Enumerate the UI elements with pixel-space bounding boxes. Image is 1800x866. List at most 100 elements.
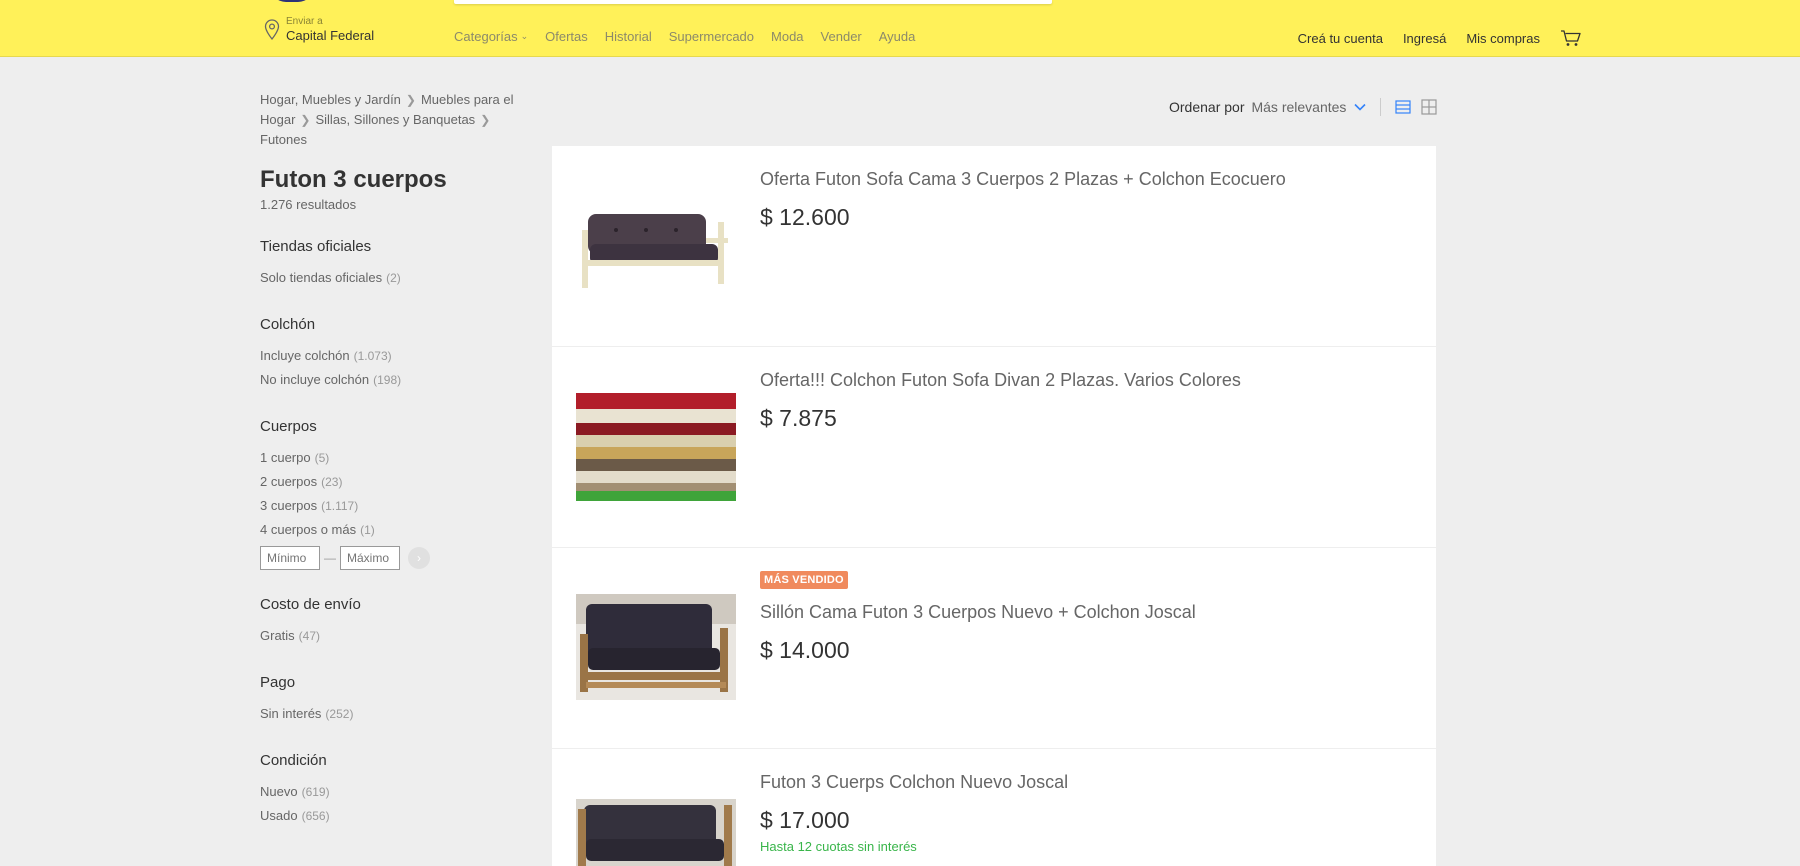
filter-official-stores: Tiendas oficiales Solo tiendas oficiales… (260, 238, 520, 290)
item-title[interactable]: Sillón Cama Futon 3 Cuerpos Nuevo + Colc… (760, 601, 1196, 623)
item-title[interactable]: Futon 3 Cuerps Colchon Nuevo Joscal (760, 771, 1068, 793)
filter-option[interactable]: Nuevo (619) (260, 780, 520, 804)
filter-option[interactable]: 2 cuerpos (23) (260, 470, 520, 494)
site-logo[interactable] (270, 0, 314, 2)
filter-option-count: (47) (298, 629, 321, 643)
breadcrumb-item[interactable]: Sillas, Sillones y Banquetas (315, 112, 475, 127)
my-purchases-link[interactable]: Mis compras (1466, 31, 1540, 46)
item-title[interactable]: Oferta!!! Colchon Futon Sofa Divan 2 Pla… (760, 369, 1241, 391)
search-input[interactable] (454, 0, 1052, 4)
results-count: 1.276 resultados (260, 197, 357, 212)
item-info: Oferta!!! Colchon Futon Sofa Divan 2 Pla… (760, 369, 1241, 431)
breadcrumb: Hogar, Muebles y Jardín ❯ Muebles para el … (260, 90, 540, 150)
chevron-right-icon: ❯ (480, 113, 491, 127)
sort-label: Ordenar por (1169, 99, 1245, 115)
top-header: Enviar a Capital Federal Categorías ⌄ Ofe… (0, 0, 1800, 57)
chevron-down-icon[interactable] (1354, 103, 1366, 111)
cart-icon[interactable] (1560, 29, 1582, 47)
item-info: Oferta Futon Sofa Cama 3 Cuerpos 2 Plaza… (760, 168, 1286, 230)
range-apply-button[interactable]: › (408, 547, 430, 569)
range-max-input[interactable] (340, 546, 400, 570)
breadcrumb-item[interactable]: Futones (260, 132, 307, 147)
list-item[interactable]: Oferta!!! Colchon Futon Sofa Divan 2 Pla… (552, 347, 1436, 548)
filter-option[interactable]: Gratis (47) (260, 624, 520, 648)
item-price: $ 14.000 (760, 637, 850, 663)
nav-categories[interactable]: Categorías ⌄ (454, 29, 528, 44)
filter-title: Pago (260, 674, 296, 691)
filter-option-label: 4 cuerpos o más (260, 522, 357, 537)
location-pin-icon (264, 19, 280, 41)
list-item[interactable]: Futon 3 Cuerps Colchon Nuevo Joscal $ 17… (552, 749, 1436, 866)
nav-offers[interactable]: Ofertas (545, 29, 588, 44)
sort-dropdown[interactable]: Más relevantes (1251, 99, 1346, 115)
filter-option-label: Nuevo (260, 784, 298, 799)
user-nav: Creá tu cuenta Ingresá Mis compras (1278, 29, 1582, 47)
nav-fashion[interactable]: Moda (771, 29, 804, 44)
page-title: Futon 3 cuerpos (260, 166, 447, 193)
filter-option-count: (1.117) (321, 499, 359, 513)
main-nav: Categorías ⌄ Ofertas Historial Supermerca… (454, 29, 932, 44)
nav-categories-label: Categorías (454, 29, 518, 44)
item-price: $ 7.875 (760, 405, 837, 431)
breadcrumb-item[interactable]: Hogar, Muebles y Jardín (260, 92, 401, 107)
filter-option[interactable]: No incluye colchón (198) (260, 368, 520, 392)
results-list: Oferta Futon Sofa Cama 3 Cuerpos 2 Plaza… (552, 146, 1436, 866)
filter-option-count: (23) (321, 475, 343, 489)
chevron-down-icon: ⌄ (520, 31, 529, 41)
nav-help[interactable]: Ayuda (879, 29, 916, 44)
nav-history[interactable]: Historial (605, 29, 652, 44)
filter-title: Tiendas oficiales (260, 238, 372, 255)
filter-bodies: Cuerpos 1 cuerpo (5) 2 cuerpos (23) 3 cuer… (260, 418, 520, 570)
grid-view-icon[interactable] (1421, 99, 1438, 115)
item-title[interactable]: Oferta Futon Sofa Cama 3 Cuerpos 2 Plaza… (760, 168, 1286, 190)
filter-option[interactable]: Incluye colchón (1.073) (260, 344, 520, 368)
filter-option-label: No incluye colchón (260, 372, 370, 387)
filter-option-count: (619) (301, 785, 330, 799)
shipping-location[interactable]: Enviar a Capital Federal (264, 16, 404, 48)
filter-option[interactable]: Sin interés (252) (260, 702, 520, 726)
item-info: Futon 3 Cuerps Colchon Nuevo Joscal $ 17… (760, 771, 1068, 854)
filter-option[interactable]: Usado (656) (260, 804, 520, 828)
filter-option-label: Solo tiendas oficiales (260, 270, 383, 285)
create-account-link[interactable]: Creá tu cuenta (1298, 31, 1383, 46)
list-item[interactable]: MÁS VENDIDO Sillón Cama Futon 3 Cuerpos … (552, 548, 1436, 749)
installments-text: Hasta 12 cuotas sin interés (760, 839, 917, 854)
futon-couch-image[interactable] (576, 594, 736, 700)
filter-option[interactable]: 3 cuerpos (1.117) (260, 494, 520, 518)
filter-option-label: 3 cuerpos (260, 498, 318, 513)
item-info: MÁS VENDIDO Sillón Cama Futon 3 Cuerpos … (760, 570, 1196, 663)
list-item[interactable]: Oferta Futon Sofa Cama 3 Cuerpos 2 Plaza… (552, 146, 1436, 347)
filter-option-label: Gratis (260, 628, 295, 643)
range-min-input[interactable] (260, 546, 320, 570)
shipping-location-city: Capital Federal (286, 28, 375, 43)
filter-option[interactable]: Solo tiendas oficiales (2) (260, 266, 520, 290)
filter-option-label: Incluye colchón (260, 348, 350, 363)
nav-supermarket[interactable]: Supermercado (669, 29, 754, 44)
filter-option[interactable]: 4 cuerpos o más (1) (260, 518, 520, 542)
filter-title: Condición (260, 752, 327, 769)
filter-option-count: (656) (301, 809, 330, 823)
nav-sell[interactable]: Vender (821, 29, 862, 44)
filter-option[interactable]: 1 cuerpo (5) (260, 446, 520, 470)
filter-option-label: 2 cuerpos (260, 474, 318, 489)
futon-sofa-image[interactable] (576, 186, 736, 298)
filter-shipping: Costo de envío Gratis (47) (260, 596, 520, 648)
filter-title: Cuerpos (260, 418, 317, 435)
chevron-right-icon: ❯ (300, 113, 311, 127)
list-view-icon[interactable] (1395, 100, 1412, 114)
filter-mattress: Colchón Incluye colchón (1.073) No incluy… (260, 316, 520, 392)
chevron-right-icon: ❯ (405, 93, 416, 107)
filter-option-count: (1.073) (353, 349, 392, 363)
filter-title: Costo de envío (260, 596, 361, 613)
filter-option-label: Sin interés (260, 706, 322, 721)
best-seller-badge: MÁS VENDIDO (760, 571, 848, 589)
sort-toolbar: Ordenar por Más relevantes (1169, 98, 1447, 116)
shipping-location-label: Enviar a (286, 16, 323, 27)
item-price: $ 17.000 (760, 807, 850, 833)
login-link[interactable]: Ingresá (1403, 31, 1446, 46)
futon-couch-image[interactable] (576, 799, 736, 866)
filter-option-count: (198) (373, 373, 402, 387)
mattress-stack-image[interactable] (576, 393, 736, 501)
filter-option-count: (252) (325, 707, 354, 721)
filters-sidebar: Futon 3 cuerpos 1.276 resultados Tiendas… (260, 165, 520, 828)
